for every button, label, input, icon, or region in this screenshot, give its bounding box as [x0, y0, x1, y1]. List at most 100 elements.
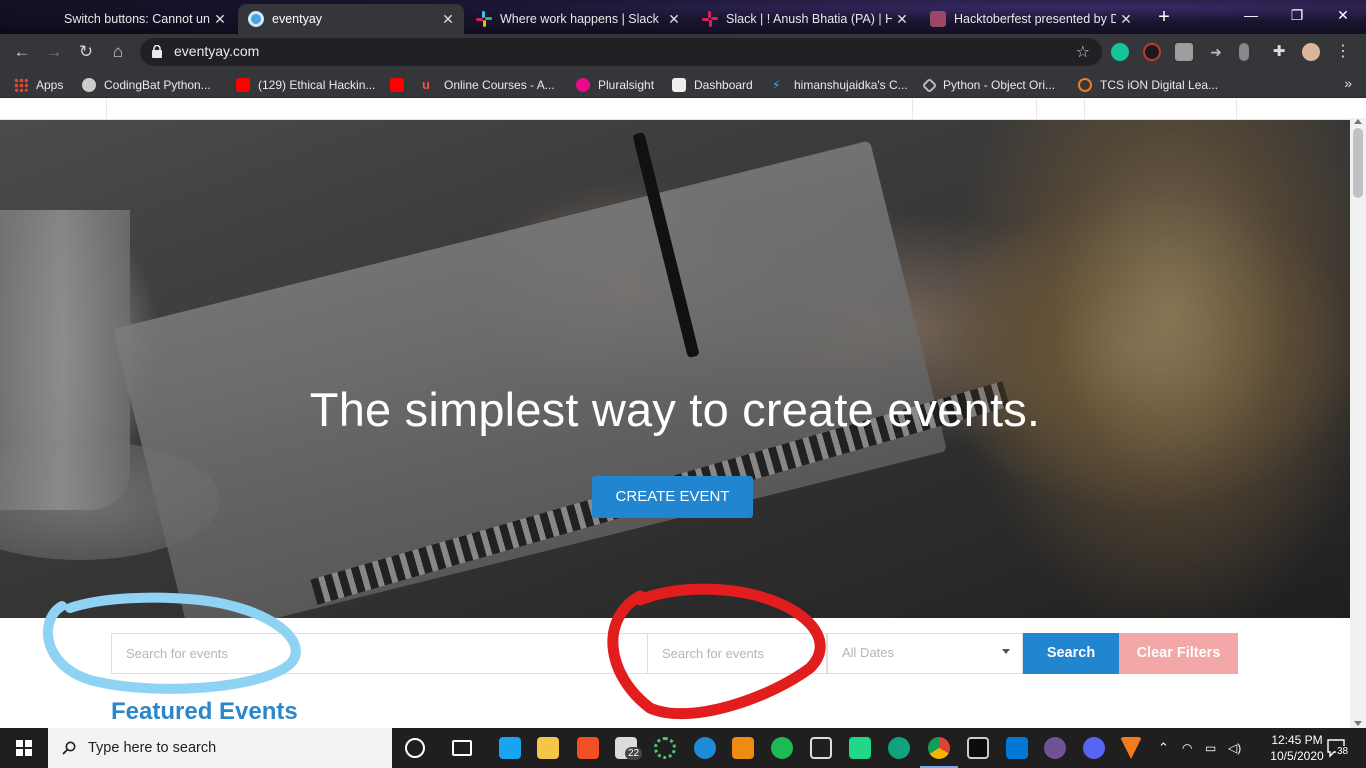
bookmark-python-oop[interactable]: Python - Object Ori... — [921, 76, 1055, 94]
page-scrollbar[interactable] — [1350, 118, 1366, 728]
bookmark-udemy[interactable]: u Online Courses - A... — [422, 76, 555, 94]
python-tutorial-icon — [921, 77, 938, 93]
wifi-icon[interactable]: ◠ — [1182, 728, 1192, 768]
back-arrow-icon[interactable]: ← — [10, 40, 34, 64]
volume-icon[interactable]: ◁) — [1228, 728, 1241, 768]
browser-toolbar: ← → ↻ ⌂ eventyay.com ☆ ➜ ✚ ⋮ — [0, 34, 1366, 70]
extension-icon[interactable] — [1239, 43, 1249, 61]
bookmark-label: (129) Ethical Hackin... — [258, 78, 376, 92]
tab-title: Hacktoberfest presented by Di — [954, 12, 1116, 26]
tab-strip: Switch buttons: Cannot unswit ✕ eventyay… — [0, 0, 1366, 34]
clock-time: 12:45 PM — [1271, 733, 1323, 747]
close-tab-icon[interactable]: ✕ — [1116, 11, 1136, 28]
bookmark-star-icon[interactable]: ☆ — [1076, 42, 1090, 62]
bookmark-label: himanshujaidka's C... — [794, 78, 908, 92]
scrollbar-thumb[interactable] — [1353, 128, 1363, 198]
scroll-up-icon[interactable] — [1354, 119, 1362, 124]
chevron-down-icon — [1002, 649, 1010, 654]
tab-eventyay[interactable]: eventyay ✕ — [238, 4, 464, 34]
tray-chevron-up-icon[interactable]: ⌃ — [1158, 728, 1169, 768]
tab-title: Where work happens | Slack — [500, 12, 659, 26]
extension-icon[interactable] — [1175, 43, 1193, 61]
bookmark-dashboard[interactable]: Dashboard — [672, 76, 753, 94]
close-tab-icon[interactable]: ✕ — [438, 11, 458, 28]
home-icon[interactable]: ⌂ — [106, 40, 130, 64]
search-button[interactable]: Search — [1023, 633, 1119, 674]
bookmark-pluralsight[interactable]: Pluralsight — [576, 76, 654, 94]
pycharm-icon[interactable] — [849, 737, 871, 759]
microsoft-store-icon[interactable] — [577, 737, 599, 759]
bookmark-youtube[interactable]: (129) Ethical Hackin... — [236, 76, 375, 94]
news-icon[interactable] — [810, 737, 832, 759]
search-location-input[interactable]: Search for events — [647, 633, 827, 674]
atom-icon[interactable] — [888, 737, 910, 759]
navbar-divider — [1084, 98, 1085, 119]
vscode-icon[interactable] — [1006, 737, 1028, 759]
close-tab-icon[interactable]: ✕ — [664, 11, 684, 28]
bookmark-label: Dashboard — [694, 78, 753, 92]
bookmark-youtube-2[interactable] — [390, 76, 412, 94]
reload-icon[interactable]: ↻ — [74, 40, 98, 64]
close-tab-icon[interactable]: ✕ — [892, 11, 912, 28]
vlc-icon[interactable] — [1120, 737, 1142, 759]
taskbar-search-box[interactable]: Type here to search — [48, 728, 392, 768]
sublime-text-icon[interactable] — [732, 737, 754, 759]
extension-icon[interactable] — [1143, 43, 1161, 61]
profile-avatar[interactable] — [1302, 43, 1320, 61]
create-event-button[interactable]: CREATE EVENT — [592, 476, 753, 518]
spotify-icon[interactable] — [771, 737, 793, 759]
close-window-icon[interactable]: ✕ — [1320, 0, 1366, 32]
tab-hacktoberfest[interactable]: Hacktoberfest presented by Di ✕ — [920, 4, 1142, 34]
navbar-divider — [1236, 98, 1237, 119]
start-button[interactable] — [0, 728, 48, 768]
tab-title: Switch buttons: Cannot unswit — [64, 12, 210, 26]
battery-icon[interactable]: ▭ — [1205, 728, 1216, 768]
chrome-icon[interactable] — [920, 737, 958, 768]
edge-icon[interactable] — [694, 737, 716, 759]
discord-icon[interactable] — [1083, 737, 1105, 759]
file-explorer-icon[interactable] — [537, 737, 559, 759]
hero-overlay — [0, 120, 1350, 618]
close-tab-icon[interactable]: ✕ — [210, 11, 230, 28]
terminal-icon[interactable] — [967, 737, 989, 759]
forward-arrow-icon[interactable]: → — [42, 40, 66, 64]
tab-stackoverflow[interactable]: Switch buttons: Cannot unswit ✕ — [30, 4, 236, 34]
youtube-icon — [390, 78, 404, 92]
task-view-icon[interactable] — [452, 740, 472, 756]
minimize-icon[interactable]: — — [1228, 0, 1274, 32]
new-tab-button[interactable]: + — [1152, 6, 1176, 30]
clear-filters-button[interactable]: Clear Filters — [1119, 633, 1238, 674]
mail-icon[interactable]: 22 — [615, 737, 643, 760]
address-bar[interactable]: eventyay.com ☆ — [140, 38, 1102, 66]
bookmark-tcs-ion[interactable]: TCS iON Digital Lea... — [1078, 76, 1218, 94]
tab-slack-anush[interactable]: Slack | ! Anush Bhatia (PA) | Hal ✕ — [692, 4, 918, 34]
extension-icon[interactable]: ➜ — [1207, 43, 1225, 61]
notification-center-icon[interactable]: 38 — [1326, 738, 1350, 758]
grammarly-extension-icon[interactable] — [1111, 43, 1129, 61]
stackoverflow-favicon-icon — [40, 11, 56, 27]
scroll-down-icon[interactable] — [1354, 721, 1362, 726]
windows-taskbar: Type here to search 22 ⌃ ◠ ▭ ◁) 12:45 PM… — [0, 728, 1366, 768]
bookmark-apps[interactable]: Apps — [14, 76, 63, 94]
dates-dropdown[interactable]: All Dates — [827, 633, 1023, 674]
bookmark-codechef[interactable]: ⚡ himanshujaidka's C... — [772, 76, 908, 94]
taskbar-search-placeholder: Type here to search — [88, 740, 217, 756]
bookmark-codingbat[interactable]: CodingBat Python... — [82, 76, 211, 94]
greenshot-icon[interactable] — [654, 737, 676, 759]
cortana-icon[interactable] — [405, 738, 425, 758]
tab-slack[interactable]: Where work happens | Slack ✕ — [466, 4, 690, 34]
restore-icon[interactable]: ❐ — [1274, 0, 1320, 32]
bookmarks-overflow-icon[interactable]: » — [1344, 75, 1352, 91]
bookmark-label: CodingBat Python... — [104, 78, 211, 92]
pluralsight-icon — [576, 78, 590, 92]
extensions-puzzle-icon[interactable]: ✚ — [1270, 43, 1288, 61]
github-desktop-icon[interactable] — [1044, 737, 1066, 759]
codingbat-icon — [82, 78, 96, 92]
search-events-input[interactable]: Search for events — [111, 633, 648, 674]
codechef-icon: ⚡ — [772, 78, 781, 92]
taskbar-clock[interactable]: 12:45 PM 10/5/2020 — [1262, 732, 1332, 764]
menu-kebab-icon[interactable]: ⋮ — [1334, 43, 1352, 61]
hero-banner: The simplest way to create events. CREAT… — [0, 120, 1350, 618]
site-navbar — [0, 98, 1350, 120]
whatsapp-icon[interactable] — [499, 737, 521, 759]
